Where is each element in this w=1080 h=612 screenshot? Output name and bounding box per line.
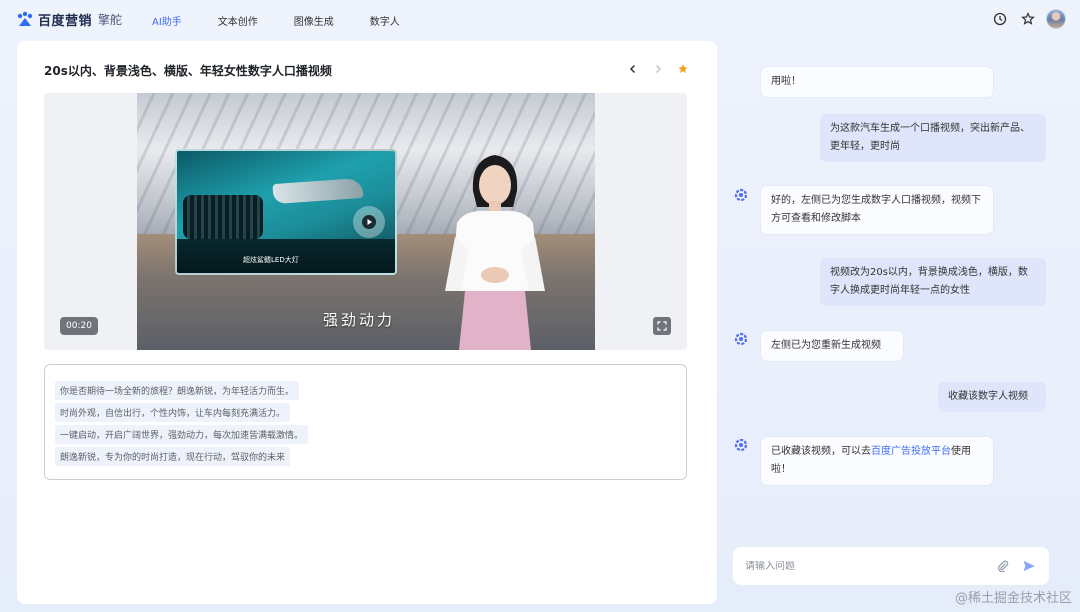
- send-icon[interactable]: [1021, 558, 1037, 574]
- script-line[interactable]: 一键启动，开启广阔世界，强劲动力，每次加速皆满载激情。: [55, 425, 309, 444]
- logo[interactable]: 百度营销 擎舵: [16, 10, 122, 29]
- chat-panel: 用啦！ 为这款汽车生成一个口播视频，突出新产品、更年轻，更时尚 好的，左侧已为您…: [728, 41, 1068, 604]
- fullscreen-button[interactable]: [653, 317, 671, 335]
- chat-message-user: 视频改为20s以内，背景换成浅色，横版，数字人换成更时尚年轻一点的女性: [820, 258, 1046, 306]
- video-title: 20s以内、背景浅色、横版、年轻女性数字人口播视频: [44, 64, 332, 78]
- history-icon[interactable]: [992, 11, 1008, 27]
- chat-message-user: 收藏该数字人视频: [938, 382, 1046, 412]
- video-title-actions: [616, 61, 691, 77]
- assistant-icon: [734, 438, 748, 452]
- product-name: 擎舵: [98, 13, 123, 27]
- nav-text-creation[interactable]: 文本创作: [218, 13, 258, 28]
- main-nav: AI助手 文本创作 图像生成 数字人: [152, 13, 436, 28]
- chat-input-bar: [733, 547, 1049, 585]
- attachment-icon[interactable]: [995, 558, 1011, 574]
- assistant-icon: [734, 188, 748, 202]
- star-icon[interactable]: [1020, 11, 1036, 27]
- favorite-star-icon[interactable]: [675, 61, 691, 77]
- top-bar: 百度营销 擎舵 AI助手 文本创作 图像生成 数字人: [0, 0, 1080, 40]
- video-panel: 20s以内、背景浅色、横版、年轻女性数字人口播视频 超炫鲨鳍LED大灯 强劲动力…: [17, 41, 717, 604]
- next-icon[interactable]: [650, 61, 666, 77]
- baidu-logo-icon: [17, 11, 33, 26]
- chat-message-bot: 用啦！: [761, 67, 993, 97]
- nav-ai-assistant[interactable]: AI助手: [152, 13, 182, 28]
- script-editor[interactable]: 你是否期待一场全新的旅程？朗逸新锐，为年轻活力而生。 时尚外观，自信出行，个性内…: [44, 364, 687, 480]
- video-player[interactable]: 超炫鲨鳍LED大灯 强劲动力 00:20: [44, 93, 687, 350]
- script-line[interactable]: 朗逸新锐，专为你的时尚打造，现在行动，驾驭你的未来: [55, 447, 291, 466]
- video-content[interactable]: 超炫鲨鳍LED大灯 强劲动力: [137, 93, 595, 350]
- car-caption: 超炫鲨鳍LED大灯: [243, 256, 299, 264]
- fullscreen-icon: [657, 321, 667, 331]
- assistant-icon: [734, 332, 748, 346]
- play-button[interactable]: [353, 206, 385, 238]
- nav-digital-human[interactable]: 数字人: [370, 13, 400, 28]
- script-line[interactable]: 你是否期待一场全新的旅程？朗逸新锐，为年轻活力而生。: [55, 381, 300, 400]
- ad-platform-link[interactable]: 百度广告投放平台: [871, 446, 951, 457]
- chat-message-bot: 左侧已为您重新生成视频: [761, 331, 903, 361]
- chat-message-bot: 好的，左侧已为您生成数字人口播视频，视频下方可查看和修改脚本: [761, 186, 993, 234]
- chat-message-bot: 已收藏该视频，可以去百度广告投放平台使用啦！: [761, 437, 993, 485]
- avatar[interactable]: [1046, 9, 1066, 29]
- script-line[interactable]: 时尚外观，自信出行，个性内饰，让车内每刻充满活力。: [55, 403, 291, 422]
- brand-name: 百度营销: [38, 14, 93, 29]
- watermark: @稀土掘金技术社区: [954, 591, 1072, 606]
- car-inset-image: 超炫鲨鳍LED大灯: [175, 149, 397, 275]
- top-actions: [980, 9, 1066, 29]
- chat-message-user: 为这款汽车生成一个口播视频，突出新产品、更年轻，更时尚: [820, 114, 1046, 162]
- duration-badge: 00:20: [60, 317, 98, 335]
- digital-human-presenter: [445, 155, 545, 350]
- play-icon: [362, 215, 376, 229]
- chat-input[interactable]: [745, 560, 985, 572]
- video-subtitle: 强劲动力: [323, 311, 396, 329]
- nav-image-generation[interactable]: 图像生成: [294, 13, 334, 28]
- previous-icon[interactable]: [625, 61, 641, 77]
